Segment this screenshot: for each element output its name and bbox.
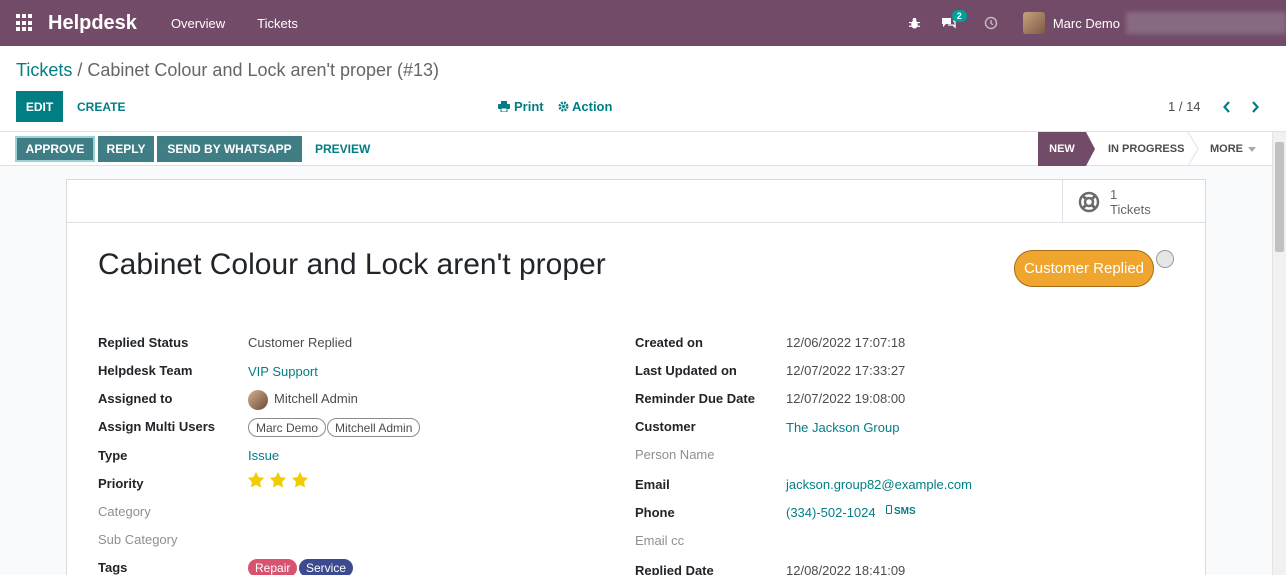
email-label: Email — [635, 477, 670, 492]
stage-more-label: MORE — [1210, 143, 1243, 155]
print-dropdown[interactable]: Print — [498, 91, 544, 122]
customer-link[interactable]: The Jackson Group — [786, 420, 899, 435]
sms-button[interactable]: SMS — [886, 505, 916, 517]
priority-star-icon[interactable] — [269, 471, 287, 489]
last-updated-value: 12/07/2022 17:33:27 — [786, 363, 906, 378]
systray: 2 Marc Demo — [901, 0, 1286, 46]
caret-down-icon — [1248, 146, 1256, 152]
form-sheet: 1 Tickets Cabinet Colour and Lock aren't… — [66, 179, 1206, 575]
create-button[interactable]: CREATE — [77, 91, 125, 122]
vertical-scrollbar[interactable] — [1272, 132, 1286, 575]
last-updated-label: Last Updated on — [635, 363, 737, 378]
reply-button[interactable]: REPLY — [98, 136, 154, 162]
approve-button[interactable]: APPROVE — [15, 136, 95, 162]
bug-icon[interactable] — [901, 0, 929, 46]
type-label: Type — [98, 448, 128, 463]
clock-icon[interactable] — [977, 0, 1005, 46]
nav-overview[interactable]: Overview — [155, 16, 241, 31]
tag-repair: Repair — [248, 559, 298, 575]
smart-button-label: Tickets — [1110, 201, 1151, 217]
created-on-label: Created on — [635, 335, 703, 350]
user-tag-marc-demo: Marc Demo — [248, 418, 327, 437]
customer-replied-badge: Customer Replied — [1014, 250, 1154, 287]
user-avatar[interactable] — [1022, 12, 1045, 34]
smart-button-count: 1 — [1110, 186, 1118, 202]
messages-count-badge: 2 — [951, 10, 967, 22]
database-name-redacted — [1126, 12, 1286, 34]
assignee-avatar — [248, 390, 268, 410]
chat-icon[interactable]: 2 — [935, 0, 967, 46]
stage-in-progress[interactable]: IN PROGRESS — [1108, 132, 1184, 166]
print-label: Print — [514, 99, 544, 114]
breadcrumb-separator: / — [72, 60, 88, 80]
mobile-icon — [886, 505, 892, 514]
category-label: Category — [98, 504, 151, 519]
person-name-label: Person Name — [635, 447, 715, 462]
breadcrumb: Tickets / Cabinet Colour and Lock aren't… — [16, 60, 439, 81]
created-on-value: 12/06/2022 17:07:18 — [786, 335, 906, 350]
email-link[interactable]: jackson.group82@example.com — [786, 477, 972, 492]
helpdesk-team-label: Helpdesk Team — [98, 363, 193, 378]
stage-more-dropdown[interactable]: MORE — [1210, 132, 1256, 166]
action-label: Action — [572, 99, 613, 114]
apps-menu-icon[interactable] — [16, 14, 34, 32]
pager-next-icon[interactable] — [1245, 91, 1265, 122]
top-navbar: Helpdesk Overview Tickets 2 Marc Demo — [0, 0, 1286, 46]
life-ring-icon — [1078, 191, 1100, 212]
scrollbar-thumb[interactable] — [1275, 142, 1284, 252]
breadcrumb-current: Cabinet Colour and Lock aren't proper (#… — [87, 60, 440, 80]
status-bar: APPROVE REPLY SEND BY WHATSAPP PREVIEW N… — [0, 132, 1272, 166]
stage-new[interactable]: NEW — [1038, 132, 1086, 166]
priority-label: Priority — [98, 476, 144, 491]
print-icon — [498, 101, 510, 112]
stage-separator-icon — [1187, 132, 1199, 166]
priority-star-icon[interactable] — [247, 471, 265, 489]
smart-button-box: 1 Tickets — [67, 180, 1205, 223]
phone-link[interactable]: (334)-502-1024 — [786, 505, 876, 520]
assigned-to-value[interactable]: Mitchell Admin — [274, 391, 358, 406]
pager-previous-icon[interactable] — [1217, 91, 1237, 122]
gear-icon — [558, 101, 569, 112]
replied-status-label: Replied Status — [98, 335, 189, 350]
replied-status-value: Customer Replied — [248, 335, 353, 350]
assigned-to-label: Assigned to — [98, 391, 173, 406]
tags-label: Tags — [98, 560, 128, 575]
stage-arrow — [1086, 132, 1095, 166]
phone-label: Phone — [635, 505, 675, 520]
kanban-state-indicator[interactable] — [1156, 250, 1174, 268]
breadcrumb-tickets-link[interactable]: Tickets — [16, 60, 72, 80]
user-menu[interactable]: Marc Demo — [1053, 16, 1120, 31]
replied-date-label: Replied Date — [635, 563, 714, 575]
pager-value[interactable]: 1 / 14 — [1168, 91, 1201, 122]
edit-button[interactable]: EDIT — [16, 91, 63, 122]
user-tag-mitchell-admin: Mitchell Admin — [327, 418, 421, 437]
sms-label: SMS — [894, 506, 916, 517]
nav-tickets[interactable]: Tickets — [241, 16, 314, 31]
type-link[interactable]: Issue — [248, 448, 279, 463]
action-dropdown[interactable]: Action — [558, 91, 612, 122]
customer-label: Customer — [635, 419, 696, 434]
send-by-whatsapp-button[interactable]: SEND BY WHATSAPP — [157, 136, 302, 162]
multi-users-label: Assign Multi Users — [98, 419, 216, 434]
email-cc-label: Email cc — [635, 533, 685, 548]
preview-button[interactable]: PREVIEW — [305, 136, 380, 162]
sub-category-label: Sub Category — [98, 532, 178, 547]
replied-date-value: 12/08/2022 18:41:09 — [786, 563, 906, 575]
reminder-due-label: Reminder Due Date — [635, 391, 755, 406]
control-panel: Tickets / Cabinet Colour and Lock aren't… — [0, 46, 1286, 132]
helpdesk-team-link[interactable]: VIP Support — [248, 364, 318, 379]
tag-service: Service — [299, 559, 354, 575]
ticket-title: Cabinet Colour and Lock aren't proper — [98, 248, 606, 281]
reminder-due-value: 12/07/2022 19:08:00 — [786, 391, 906, 406]
priority-star-icon[interactable] — [291, 471, 309, 489]
app-brand[interactable]: Helpdesk — [48, 12, 137, 35]
tickets-smart-button[interactable]: 1 Tickets — [1062, 180, 1205, 223]
